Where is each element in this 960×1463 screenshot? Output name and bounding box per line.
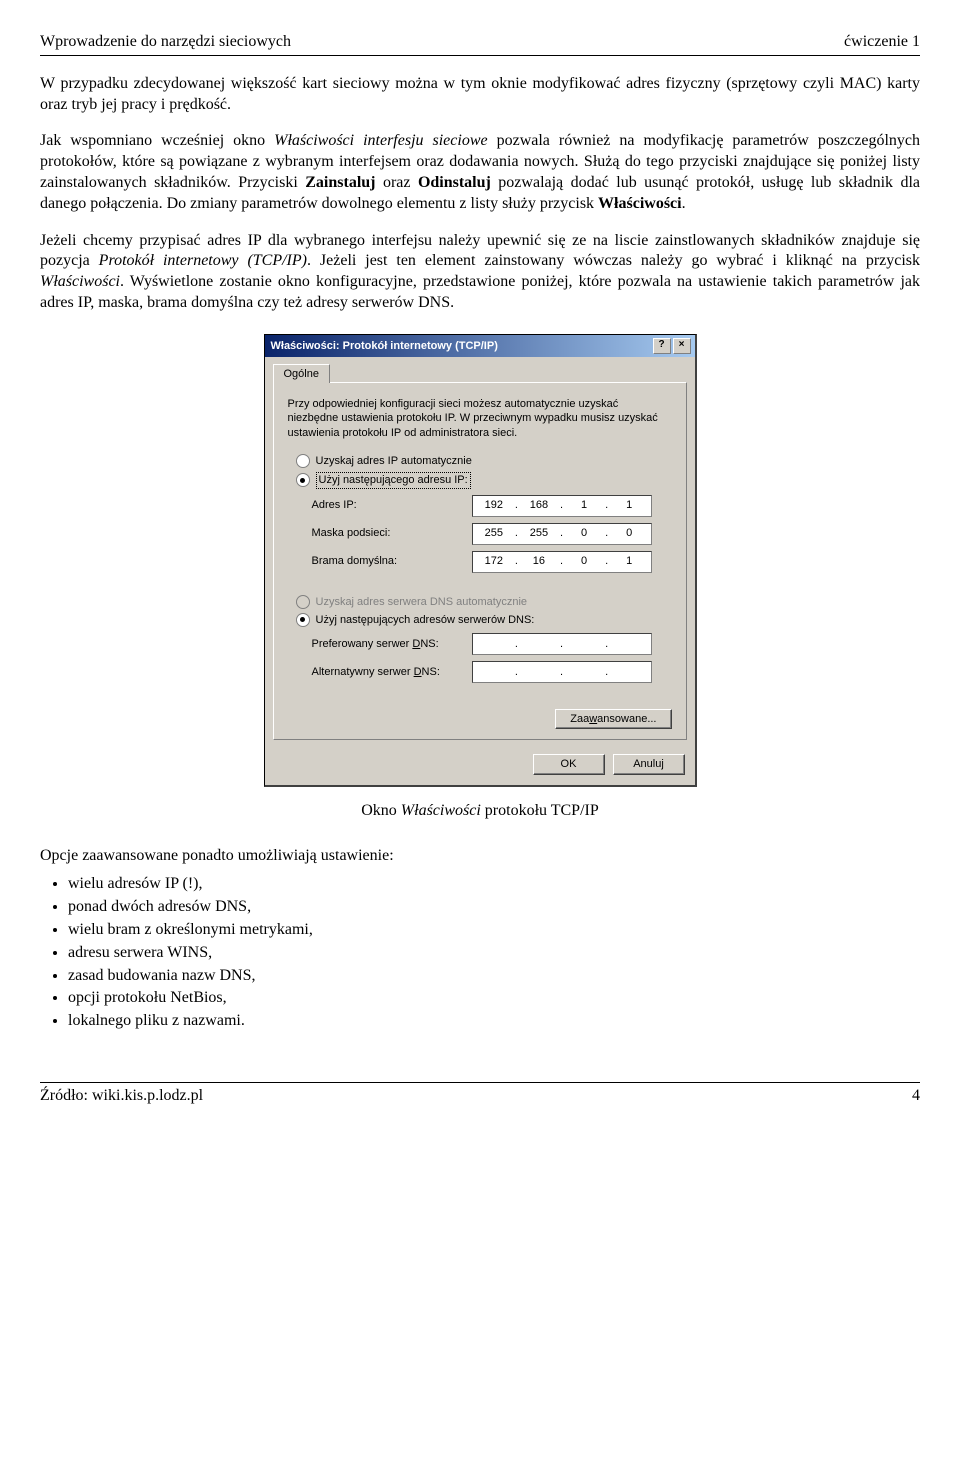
list-item: wielu adresów IP (!), bbox=[68, 874, 920, 895]
input-gateway[interactable]: 172. 16. 0. 1 bbox=[472, 551, 652, 573]
label-mask: Maska podsieci: bbox=[312, 526, 472, 540]
field-mask: Maska podsieci: 255. 255. 0. 0 bbox=[312, 523, 672, 545]
radio-dns-manual[interactable]: Użyj następujących adresów serwerów DNS: bbox=[296, 613, 672, 627]
cancel-button[interactable]: Anuluj bbox=[613, 754, 685, 774]
header-left: Wprowadzenie do narzędzi sieciowych bbox=[40, 32, 291, 53]
radio-label: Uzyskaj adres serwera DNS automatycznie bbox=[316, 595, 528, 609]
paragraph-1: W przypadku zdecydowanej większość kart … bbox=[40, 74, 920, 116]
list-item: ponad dwóch adresów DNS, bbox=[68, 897, 920, 918]
ok-button[interactable]: OK bbox=[533, 754, 605, 774]
radio-icon bbox=[296, 595, 310, 609]
radio-ip-manual[interactable]: Użyj następującego adresu IP: bbox=[296, 472, 672, 488]
dialog-titlebar: Właściwości: Protokół internetowy (TCP/I… bbox=[265, 335, 695, 357]
radio-icon bbox=[296, 473, 310, 487]
dialog-description: Przy odpowiedniej konfiguracji sieci moż… bbox=[288, 397, 672, 440]
paragraph-3: Jeżeli chcemy przypisać adres IP dla wyb… bbox=[40, 231, 920, 314]
dialog-figure: Właściwości: Protokół internetowy (TCP/I… bbox=[40, 334, 920, 822]
tcpip-properties-dialog: Właściwości: Protokół internetowy (TCP/I… bbox=[264, 334, 697, 787]
input-dns-alternate[interactable]: . . . bbox=[472, 661, 652, 683]
field-gateway: Brama domyślna: 172. 16. 0. 1 bbox=[312, 551, 672, 573]
footer-page-number: 4 bbox=[912, 1086, 920, 1107]
list-item: adresu serwera WINS, bbox=[68, 943, 920, 964]
field-ip: Adres IP: 192. 168. 1. 1 bbox=[312, 495, 672, 517]
figure-caption: Okno Właściwości protokołu TCP/IP bbox=[361, 801, 599, 822]
close-button[interactable]: × bbox=[673, 338, 691, 354]
tab-general[interactable]: Ogólne bbox=[273, 364, 330, 383]
field-dns-alternate: Alternatywny serwer DNS: . . . bbox=[312, 661, 672, 683]
list-item: lokalnego pliku z nazwami. bbox=[68, 1011, 920, 1032]
radio-label: Uzyskaj adres IP automatycznie bbox=[316, 454, 472, 468]
label-dns-preferred: Preferowany serwer DNS: bbox=[312, 637, 472, 651]
list-item: opcji protokołu NetBios, bbox=[68, 988, 920, 1009]
label-ip: Adres IP: bbox=[312, 498, 472, 512]
input-ip[interactable]: 192. 168. 1. 1 bbox=[472, 495, 652, 517]
dialog-footer: OK Anuluj bbox=[265, 748, 695, 784]
paragraph-2: Jak wspomniano wcześniej okno Właściwośc… bbox=[40, 131, 920, 214]
field-dns-preferred: Preferowany serwer DNS: . . . bbox=[312, 633, 672, 655]
input-dns-preferred[interactable]: . . . bbox=[472, 633, 652, 655]
radio-label: Użyj następującego adresu IP: bbox=[316, 472, 471, 488]
list-item: wielu bram z określonymi metrykami, bbox=[68, 920, 920, 941]
radio-label: Użyj następujących adresów serwerów DNS: bbox=[316, 613, 535, 627]
radio-icon bbox=[296, 454, 310, 468]
radio-ip-auto[interactable]: Uzyskaj adres IP automatycznie bbox=[296, 454, 672, 468]
list-item: zasad budowania nazw DNS, bbox=[68, 966, 920, 987]
page-header: Wprowadzenie do narzędzi sieciowych ćwic… bbox=[40, 32, 920, 56]
radio-icon bbox=[296, 613, 310, 627]
paragraph-4: Opcje zaawansowane ponadto umożliwiają u… bbox=[40, 846, 920, 867]
dialog-title: Właściwości: Protokół internetowy (TCP/I… bbox=[271, 339, 498, 353]
label-gateway: Brama domyślna: bbox=[312, 554, 472, 568]
footer-source: Źródło: wiki.kis.p.lodz.pl bbox=[40, 1086, 203, 1107]
page-footer: Źródło: wiki.kis.p.lodz.pl 4 bbox=[40, 1082, 920, 1107]
tab-content: Przy odpowiedniej konfiguracji sieci moż… bbox=[273, 382, 687, 740]
radio-dns-auto: Uzyskaj adres serwera DNS automatycznie bbox=[296, 595, 672, 609]
help-button[interactable]: ? bbox=[653, 338, 671, 354]
input-mask[interactable]: 255. 255. 0. 0 bbox=[472, 523, 652, 545]
tab-strip: Ogólne bbox=[265, 357, 695, 382]
label-dns-alternate: Alternatywny serwer DNS: bbox=[312, 665, 472, 679]
header-right: ćwiczenie 1 bbox=[844, 32, 920, 53]
advanced-options-list: wielu adresów IP (!), ponad dwóch adresó… bbox=[68, 874, 920, 1032]
advanced-button[interactable]: Zaawansowane... bbox=[555, 709, 671, 729]
